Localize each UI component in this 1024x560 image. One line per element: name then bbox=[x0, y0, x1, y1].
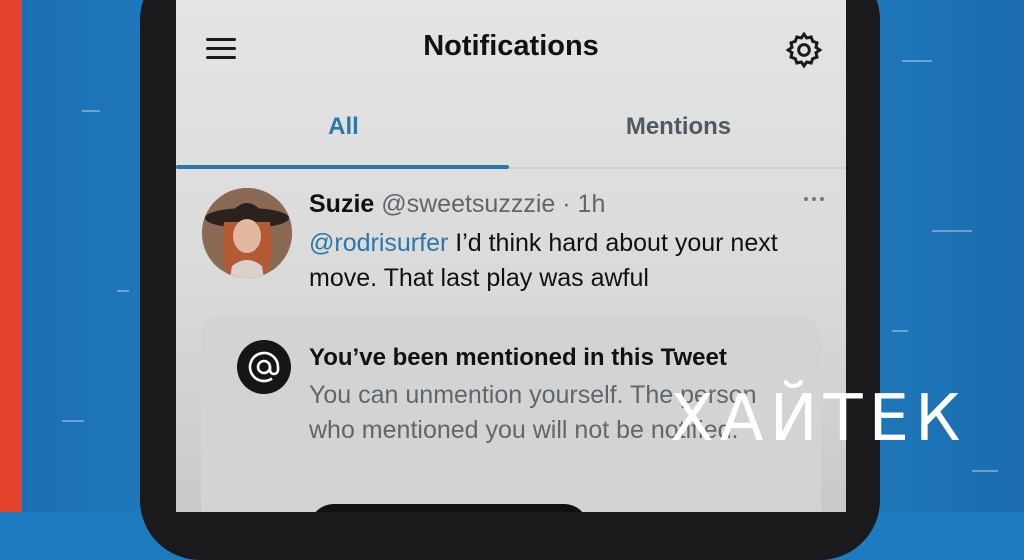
background-speck bbox=[117, 290, 129, 292]
app-header: Notifications bbox=[176, 0, 846, 95]
background-speck bbox=[82, 110, 100, 112]
more-icon[interactable] bbox=[802, 194, 826, 204]
at-icon bbox=[237, 340, 291, 394]
background-speck bbox=[892, 330, 908, 332]
gear-icon[interactable] bbox=[784, 30, 824, 70]
tweet-item[interactable]: Suzie @sweetsuzzzie · 1h @rodrisurfer I’… bbox=[176, 170, 846, 310]
background-speck bbox=[972, 470, 998, 472]
tab-all[interactable]: All bbox=[176, 113, 511, 141]
avatar[interactable] bbox=[202, 188, 292, 278]
background-speck bbox=[902, 60, 932, 62]
tweet-author-handle[interactable]: @sweetsuzzzie bbox=[381, 190, 555, 218]
notification-tabs: All Mentions bbox=[176, 95, 846, 169]
card-title: You’ve been mentioned in this Tweet bbox=[309, 344, 727, 371]
background-speck bbox=[62, 420, 84, 422]
mention-link[interactable]: @rodrisurfer bbox=[309, 229, 448, 257]
tweet-time: 1h bbox=[577, 190, 606, 218]
watermark-logo: ХАЙТЕК bbox=[670, 382, 967, 456]
unmention-button[interactable] bbox=[309, 504, 589, 512]
tab-mentions[interactable]: Mentions bbox=[511, 113, 846, 141]
tweet-author-name[interactable]: Suzie bbox=[309, 190, 374, 218]
tweet-header: Suzie @sweetsuzzzie · 1h bbox=[309, 190, 605, 219]
tweet-separator: · bbox=[562, 190, 571, 218]
red-stripe bbox=[0, 0, 22, 512]
page-title: Notifications bbox=[423, 30, 599, 62]
active-tab-indicator bbox=[176, 165, 509, 169]
tweet-text: @rodrisurfer I’d think hard about your n… bbox=[309, 226, 829, 296]
background-speck bbox=[932, 230, 972, 232]
